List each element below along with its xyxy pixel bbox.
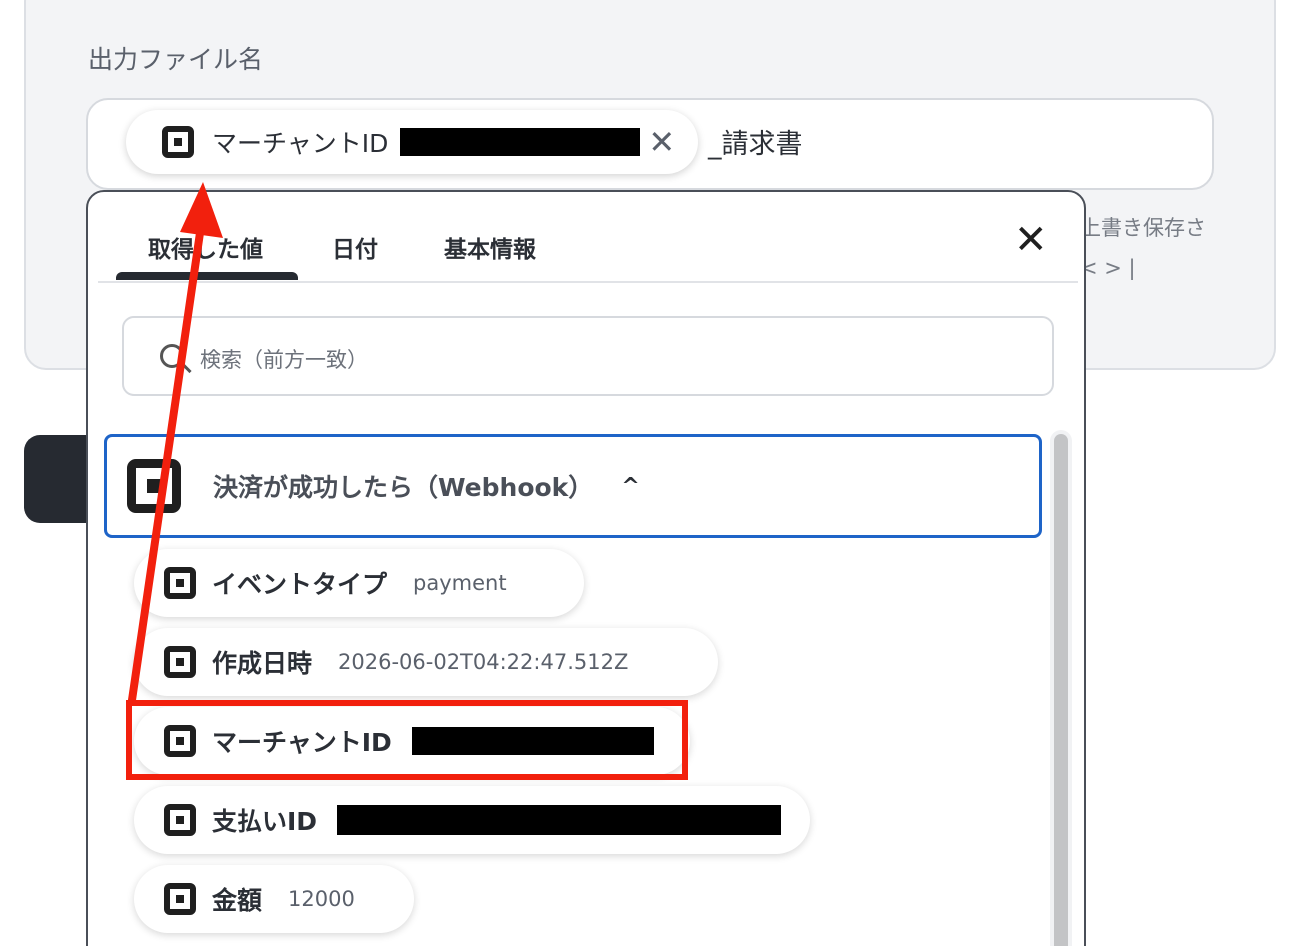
forbidden-chars-text: < > | [1080, 256, 1136, 280]
merchant-id-token[interactable]: マーチャントID ✕ [126, 110, 698, 174]
redacted-value [400, 128, 641, 156]
close-icon[interactable]: ✕ [1014, 220, 1048, 260]
search-input[interactable]: 検索（前方一致） [122, 316, 1054, 396]
source-label: 決済が成功したら（Webhook） [213, 473, 594, 502]
output-filename-label: 出力ファイル名 [88, 45, 264, 74]
square-app-icon [164, 567, 196, 599]
scrollbar-thumb[interactable] [1054, 434, 1068, 946]
chevron-up-icon[interactable]: ^ [621, 474, 639, 499]
remove-token-icon[interactable]: ✕ [648, 126, 675, 158]
search-icon [160, 344, 184, 368]
square-app-icon [162, 126, 194, 158]
item-value: 2026-06-02T04:22:47.512Z [338, 650, 629, 674]
tab-fetched-values[interactable]: 取得した値 [148, 230, 263, 264]
source-webhook-header[interactable]: 決済が成功したら（Webhook） ^ [104, 434, 1042, 538]
item-value: payment [413, 571, 507, 595]
active-tab-indicator [116, 272, 298, 280]
square-app-icon [164, 804, 196, 836]
filename-suffix: _請求書 [708, 129, 803, 160]
list-item-amount[interactable]: 金額 12000 [134, 865, 414, 933]
square-app-icon [127, 459, 181, 513]
square-app-icon [164, 646, 196, 678]
item-label: 作成日時 [212, 649, 313, 678]
highlight-box [126, 700, 688, 780]
item-label: イベントタイプ [212, 570, 388, 599]
redacted-value [337, 805, 782, 835]
list-item-payment-id[interactable]: 支払いID [134, 786, 810, 854]
overwrite-label: 上書き保存さ [1080, 216, 1206, 240]
list-item-created-at[interactable]: 作成日時 2026-06-02T04:22:47.512Z [134, 628, 718, 696]
search-placeholder: 検索（前方一致） [200, 348, 368, 372]
square-app-icon [164, 883, 196, 915]
tab-basic-info[interactable]: 基本情報 [444, 230, 536, 264]
item-label: 金額 [212, 886, 263, 915]
item-value: 12000 [288, 887, 355, 911]
tab-date[interactable]: 日付 [332, 230, 378, 264]
tab-divider [98, 281, 1078, 283]
list-item-event-type[interactable]: イベントタイプ payment [134, 549, 584, 617]
item-label: 支払いID [212, 807, 318, 836]
token-label: マーチャントID [212, 129, 389, 158]
